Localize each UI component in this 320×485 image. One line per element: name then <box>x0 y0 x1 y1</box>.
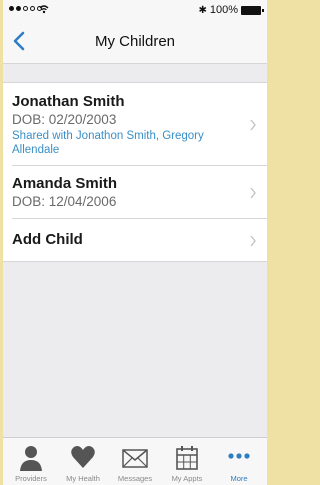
tab-messages[interactable]: Messages <box>109 438 161 485</box>
envelope-icon <box>122 449 148 468</box>
status-right: ✱ 100% <box>198 4 264 16</box>
tab-my-appts[interactable]: My Appts <box>161 438 213 485</box>
battery-icon <box>241 5 264 15</box>
child-row-amanda[interactable]: Amanda Smith DOB: 12/04/2006 <box>3 165 267 218</box>
chevron-right-icon <box>250 187 256 199</box>
wifi-icon <box>39 5 49 14</box>
heart-icon <box>71 446 95 468</box>
child-dob: DOB: 12/04/2006 <box>12 194 117 209</box>
phone-screen: ✱ 100% My Children Jonathan Smith DOB: 0… <box>3 0 267 485</box>
child-row-jonathan[interactable]: Jonathan Smith DOB: 02/20/2003 Shared wi… <box>3 83 267 165</box>
tab-bar: Providers My Health Messages My Appts Mo… <box>3 437 267 485</box>
add-child-row[interactable]: Add Child <box>3 218 267 261</box>
tab-providers[interactable]: Providers <box>5 438 57 485</box>
status-bar: ✱ 100% <box>3 0 267 20</box>
shared-with-text: Shared with Jonathon Smith, Gregory Alle… <box>12 130 204 156</box>
battery-percentage: 100% <box>209 4 238 16</box>
tab-label: My Appts <box>171 474 203 483</box>
signal-strength-icon <box>9 6 42 11</box>
child-dob: DOB: 02/20/2003 <box>12 112 117 127</box>
person-icon <box>20 446 42 471</box>
tab-label: Messages <box>117 474 153 483</box>
page-title: My Children <box>94 33 176 50</box>
tab-more[interactable]: More <box>213 438 265 485</box>
calendar-icon <box>176 446 198 470</box>
chevron-right-icon <box>250 119 256 131</box>
add-child-label: Add Child <box>12 231 83 248</box>
child-name: Jonathan Smith <box>12 93 125 110</box>
more-icon <box>228 453 250 459</box>
tab-label: My Health <box>66 474 100 483</box>
child-name: Amanda Smith <box>12 175 118 192</box>
tab-label: Providers <box>15 474 47 483</box>
chevron-right-icon <box>250 235 256 247</box>
tab-my-health[interactable]: My Health <box>57 438 109 485</box>
children-list: Jonathan Smith DOB: 02/20/2003 Shared wi… <box>3 82 267 262</box>
navigation-bar: My Children <box>3 20 267 64</box>
bluetooth-icon: ✱ <box>198 4 207 16</box>
tab-label: More <box>230 474 248 483</box>
